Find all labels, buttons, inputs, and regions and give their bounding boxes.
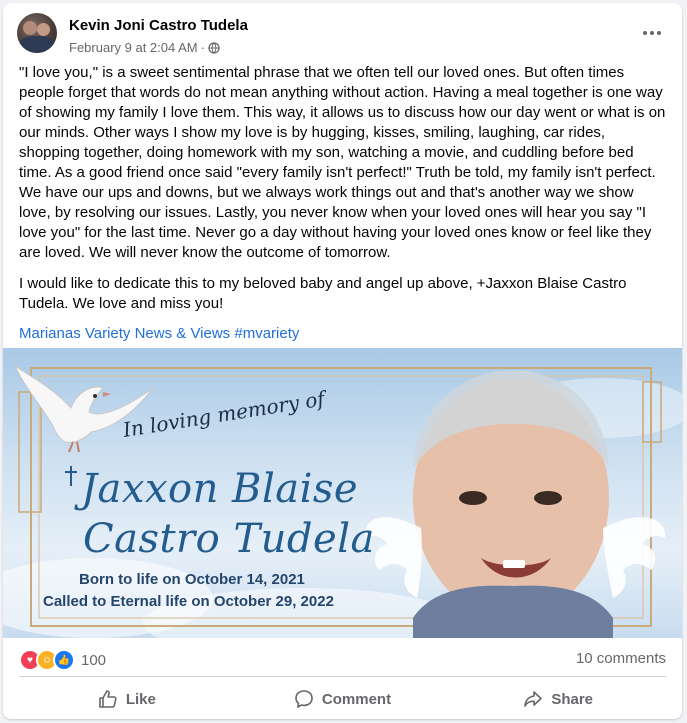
reaction-count[interactable]: 100 (81, 652, 106, 669)
memorial-image[interactable]: In loving memory of Jaxxon Blaise Castro… (3, 348, 682, 638)
globe-icon (208, 41, 220, 54)
divider (19, 676, 666, 677)
reactions-summary[interactable]: ♥ ☺ 👍 100 (19, 649, 106, 671)
like-button[interactable]: Like (19, 681, 235, 717)
memorial-name-line2: Castro Tudela (83, 516, 375, 562)
post-paragraph: "I love you," is a sweet sentimental phr… (19, 64, 666, 261)
memorial-name-line1: Jaxxon Blaise (81, 466, 359, 512)
thumbs-up-icon (99, 690, 117, 708)
avatar[interactable] (17, 13, 57, 53)
comment-icon (295, 690, 313, 708)
hashtag-link[interactable]: Marianas Variety News & Views #mvariety (19, 324, 667, 344)
post-timestamp[interactable]: February 9 at 2:04 AM (69, 40, 198, 55)
called-date: Called to Eternal life on October 29, 20… (43, 593, 334, 610)
like-reaction-icon: 👍 (53, 649, 75, 671)
post-stats: ♥ ☺ 👍 100 10 comments (19, 648, 666, 672)
author-name[interactable]: Kevin Joni Castro Tudela (69, 17, 248, 34)
post-meta: February 9 at 2:04 AM · (69, 40, 220, 55)
post-actions: Like Comment Share (19, 681, 666, 717)
post-header: Kevin Joni Castro Tudela February 9 at 2… (17, 13, 668, 59)
comment-label: Comment (321, 690, 392, 708)
comments-count[interactable]: 10 comments (576, 650, 666, 667)
baby-photo (413, 370, 613, 638)
more-options-icon[interactable] (640, 21, 664, 45)
meta-separator: · (200, 40, 205, 55)
share-button[interactable]: Share (450, 681, 666, 717)
share-icon (524, 691, 543, 707)
like-label: Like (125, 690, 156, 708)
facebook-post: Kevin Joni Castro Tudela February 9 at 2… (3, 3, 682, 719)
share-label: Share (551, 690, 594, 708)
comment-button[interactable]: Comment (235, 681, 451, 717)
post-paragraph: I would like to dedicate this to my belo… (19, 275, 627, 312)
born-date: Born to life on October 14, 2021 (79, 571, 305, 588)
post-body: "I love you," is a sweet sentimental phr… (19, 63, 667, 355)
